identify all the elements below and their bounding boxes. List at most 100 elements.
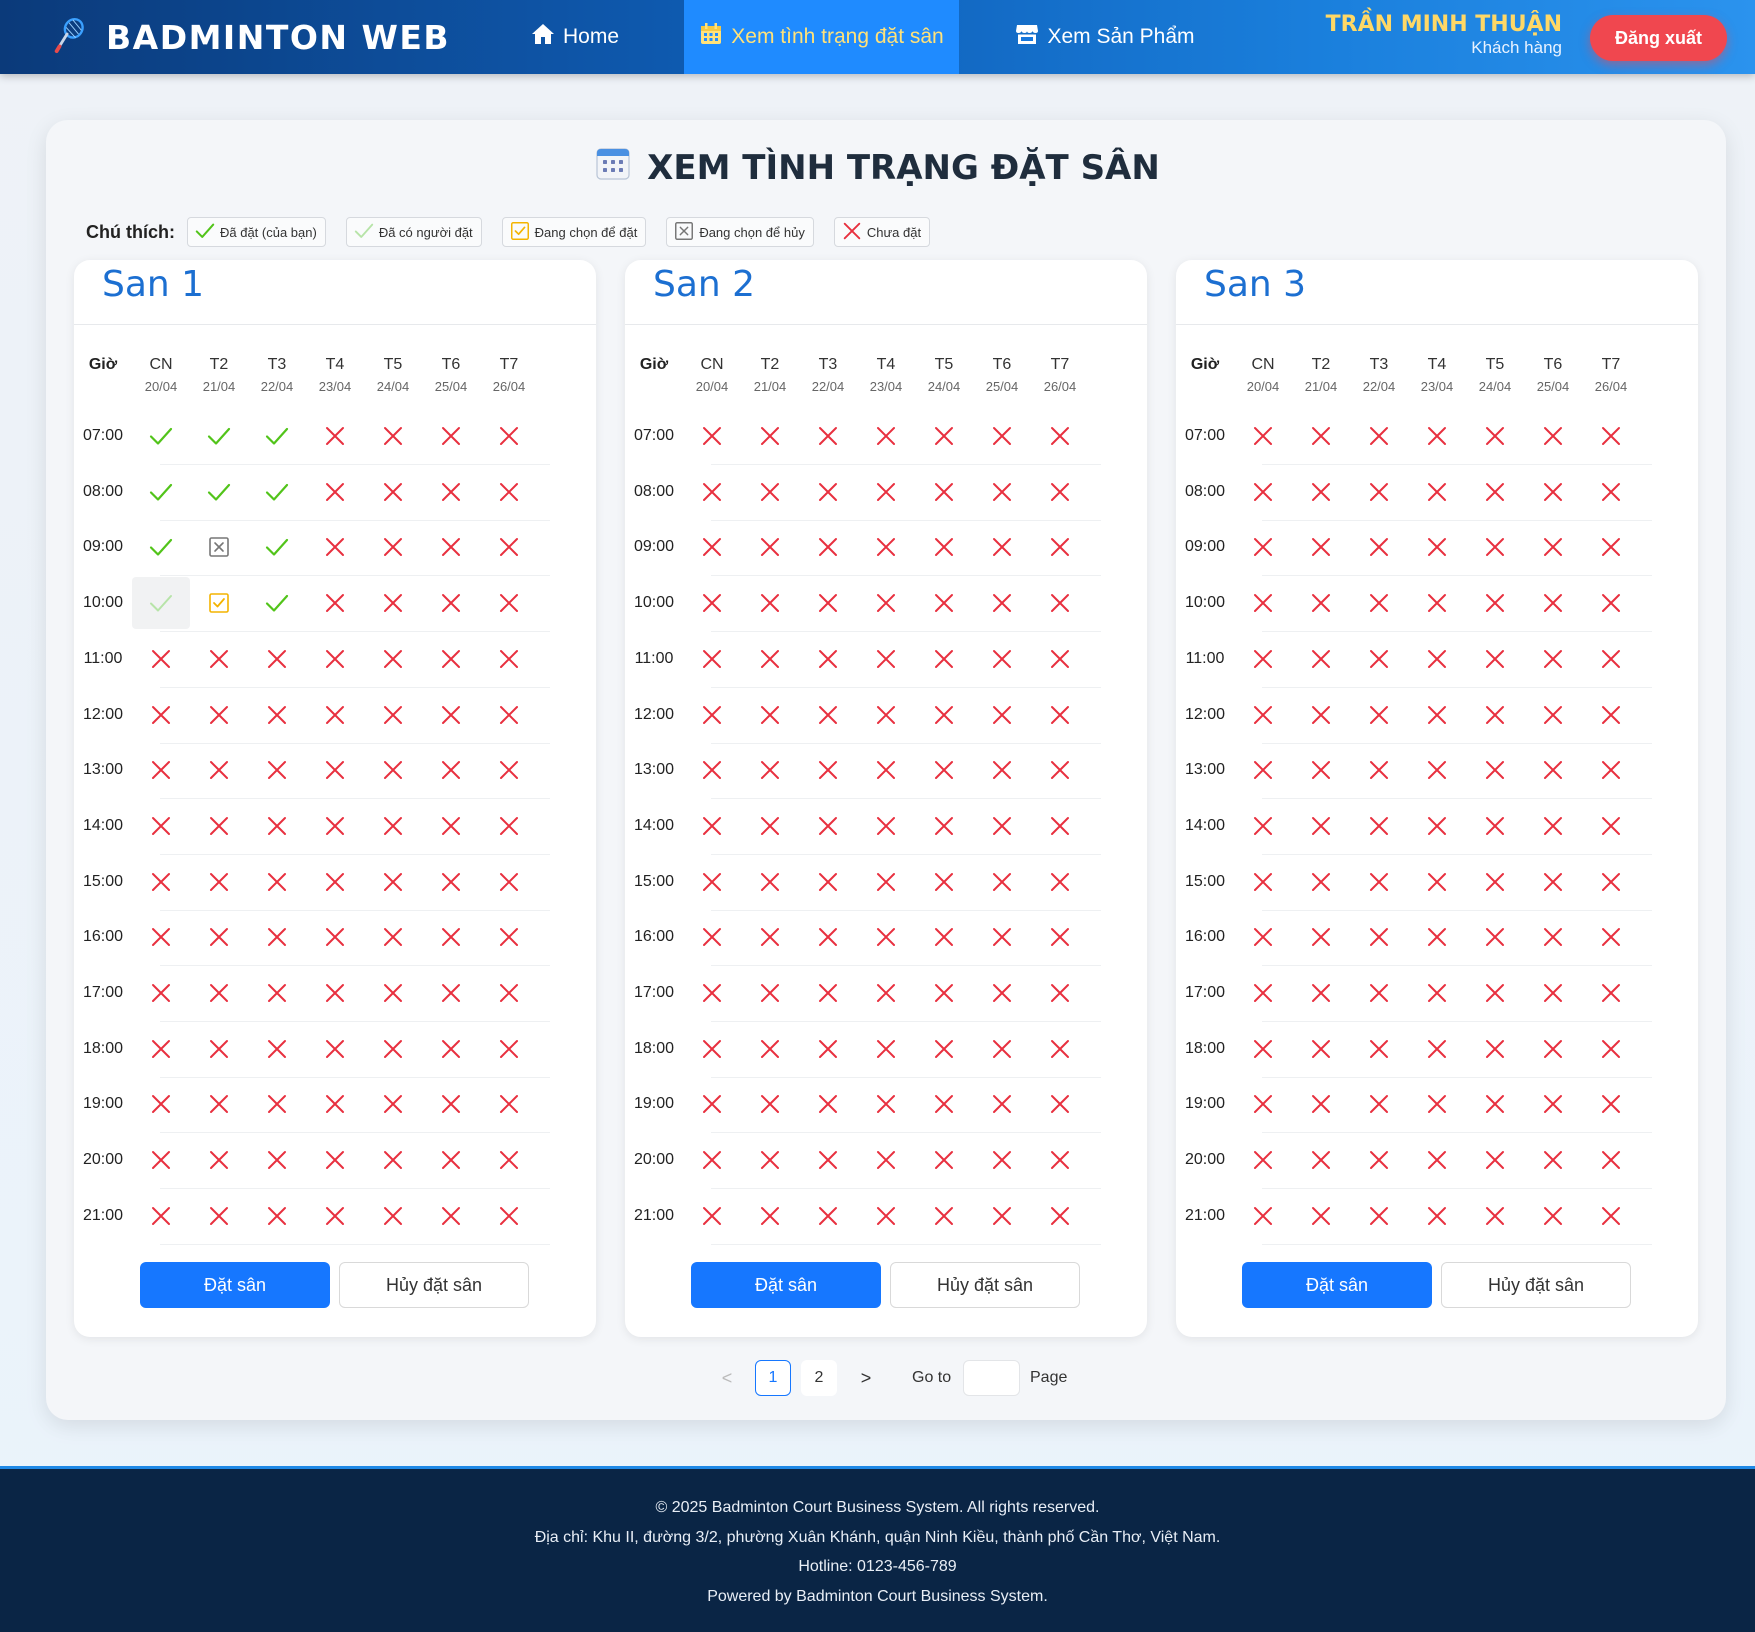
slot-cell-free[interactable] — [1582, 967, 1640, 1019]
slot-cell-free[interactable] — [1466, 967, 1524, 1019]
slot-cell-free[interactable] — [741, 1190, 799, 1242]
slot-cell-free[interactable] — [364, 521, 422, 573]
slot-cell-free[interactable] — [306, 1190, 364, 1242]
slot-cell-free[interactable] — [1234, 577, 1292, 629]
slot-cell-free[interactable] — [683, 689, 741, 741]
nav-booking-status[interactable]: Xem tình trạng đặt sân — [684, 0, 959, 74]
slot-cell-free[interactable] — [364, 1190, 422, 1242]
slot-cell-free[interactable] — [132, 744, 190, 796]
slot-cell-free[interactable] — [306, 410, 364, 462]
slot-cell-free[interactable] — [1292, 800, 1350, 852]
slot-cell-free[interactable] — [1031, 633, 1089, 685]
slot-cell-free[interactable] — [1350, 911, 1408, 963]
slot-cell-free[interactable] — [683, 1134, 741, 1186]
slot-cell-free[interactable] — [1031, 967, 1089, 1019]
slot-cell-free[interactable] — [741, 800, 799, 852]
slot-cell-free[interactable] — [915, 911, 973, 963]
logout-button[interactable]: Đăng xuất — [1590, 15, 1727, 61]
slot-cell-free[interactable] — [1031, 1190, 1089, 1242]
slot-cell-mine[interactable] — [248, 577, 306, 629]
slot-cell-free[interactable] — [1292, 1023, 1350, 1075]
slot-cell-free[interactable] — [1582, 744, 1640, 796]
slot-cell-free[interactable] — [683, 1078, 741, 1130]
slot-cell-free[interactable] — [1408, 911, 1466, 963]
slot-cell-free[interactable] — [132, 856, 190, 908]
slot-cell-free[interactable] — [741, 1023, 799, 1075]
slot-cell-free[interactable] — [190, 911, 248, 963]
slot-cell-free[interactable] — [190, 800, 248, 852]
slot-cell-free[interactable] — [857, 633, 915, 685]
slot-cell-free[interactable] — [480, 1190, 538, 1242]
slot-cell-free[interactable] — [1292, 1190, 1350, 1242]
slot-cell-free[interactable] — [1292, 633, 1350, 685]
slot-cell-free[interactable] — [1582, 466, 1640, 518]
slot-cell-free[interactable] — [683, 466, 741, 518]
slot-cell-free[interactable] — [1524, 967, 1582, 1019]
slot-cell-free[interactable] — [480, 633, 538, 685]
slot-cell-free[interactable] — [1292, 466, 1350, 518]
slot-cell-free[interactable] — [306, 856, 364, 908]
slot-cell-free[interactable] — [857, 856, 915, 908]
slot-cell-free[interactable] — [1582, 856, 1640, 908]
slot-cell-free[interactable] — [422, 1190, 480, 1242]
slot-cell-free[interactable] — [306, 633, 364, 685]
slot-cell-free[interactable] — [973, 967, 1031, 1019]
slot-cell-free[interactable] — [364, 577, 422, 629]
slot-cell-free[interactable] — [1408, 1134, 1466, 1186]
slot-cell-free[interactable] — [190, 1078, 248, 1130]
slot-cell-free[interactable] — [1524, 577, 1582, 629]
slot-cell-mine[interactable] — [132, 466, 190, 518]
slot-cell-free[interactable] — [480, 744, 538, 796]
slot-cell-free[interactable] — [799, 466, 857, 518]
slot-cell-free[interactable] — [915, 521, 973, 573]
slot-cell-free[interactable] — [248, 800, 306, 852]
slot-cell-free[interactable] — [857, 744, 915, 796]
slot-cell-free[interactable] — [132, 1134, 190, 1186]
slot-cell-free[interactable] — [1466, 689, 1524, 741]
slot-cell-free[interactable] — [1350, 577, 1408, 629]
slot-cell-free[interactable] — [480, 1023, 538, 1075]
slot-cell-free[interactable] — [857, 1134, 915, 1186]
slot-cell-free[interactable] — [364, 466, 422, 518]
slot-cell-free[interactable] — [683, 856, 741, 908]
slot-cell-free[interactable] — [973, 521, 1031, 573]
slot-cell-free[interactable] — [190, 633, 248, 685]
slot-cell-free[interactable] — [1292, 410, 1350, 462]
slot-cell-free[interactable] — [132, 689, 190, 741]
slot-cell-free[interactable] — [1234, 521, 1292, 573]
slot-cell-free[interactable] — [1524, 1190, 1582, 1242]
slot-cell-free[interactable] — [422, 1134, 480, 1186]
slot-cell-free[interactable] — [1466, 1078, 1524, 1130]
slot-cell-free[interactable] — [1292, 744, 1350, 796]
slot-cell-free[interactable] — [741, 577, 799, 629]
slot-cell-free[interactable] — [306, 744, 364, 796]
slot-cell-free[interactable] — [915, 800, 973, 852]
slot-cell-free[interactable] — [973, 856, 1031, 908]
slot-cell-free[interactable] — [1234, 1078, 1292, 1130]
slot-cell-free[interactable] — [1524, 689, 1582, 741]
slot-cell-free[interactable] — [1466, 633, 1524, 685]
slot-cell-free[interactable] — [1350, 744, 1408, 796]
slot-cell-free[interactable] — [1582, 1134, 1640, 1186]
slot-cell-free[interactable] — [915, 967, 973, 1019]
slot-cell-free[interactable] — [1408, 689, 1466, 741]
slot-cell-free[interactable] — [1524, 466, 1582, 518]
pagination-next-button[interactable]: > — [854, 1361, 878, 1395]
slot-cell-free[interactable] — [364, 1023, 422, 1075]
slot-cell-free[interactable] — [1408, 856, 1466, 908]
slot-cell-free[interactable] — [248, 1190, 306, 1242]
slot-cell-free[interactable] — [1031, 856, 1089, 908]
slot-cell-free[interactable] — [132, 800, 190, 852]
book-court-button[interactable]: Đặt sân — [1242, 1262, 1432, 1308]
slot-cell-free[interactable] — [248, 856, 306, 908]
slot-cell-free[interactable] — [1350, 633, 1408, 685]
slot-cell-free[interactable] — [1466, 856, 1524, 908]
slot-cell-free[interactable] — [741, 911, 799, 963]
slot-cell-free[interactable] — [1466, 1134, 1524, 1186]
slot-cell-free[interactable] — [683, 521, 741, 573]
slot-cell-free[interactable] — [422, 744, 480, 796]
slot-cell-free[interactable] — [973, 633, 1031, 685]
slot-cell-free[interactable] — [480, 911, 538, 963]
slot-cell-other[interactable] — [132, 577, 190, 630]
slot-cell-free[interactable] — [1408, 577, 1466, 629]
